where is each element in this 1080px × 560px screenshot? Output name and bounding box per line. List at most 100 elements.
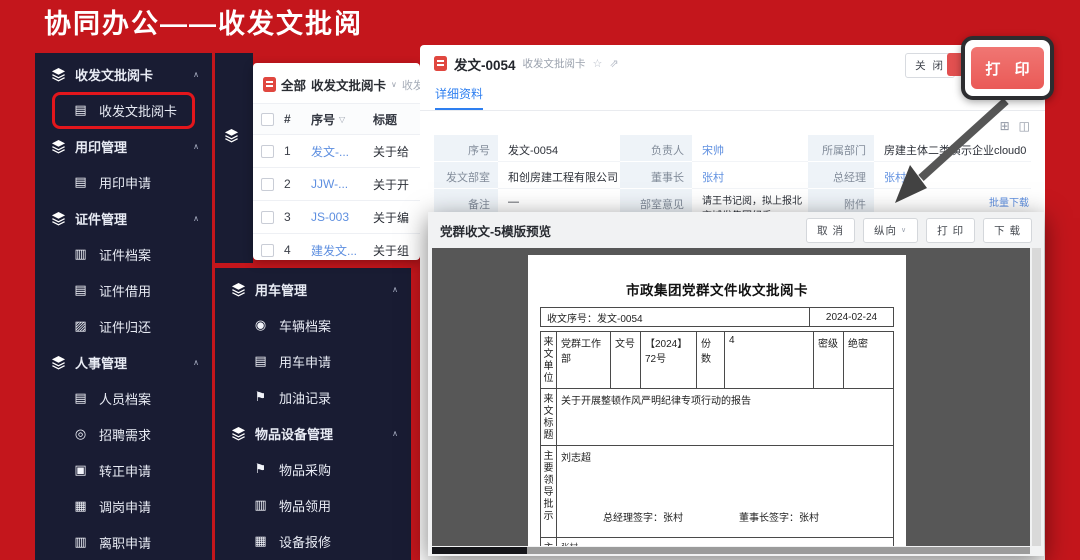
layers-icon: [51, 355, 66, 370]
modal-header: 党群收文-5模版预览 取 消 纵向 ∨ 打 印 下 载: [428, 212, 1044, 248]
tab-detail-info[interactable]: 详细资料: [435, 85, 483, 110]
group-label: 人事管理: [75, 353, 127, 372]
sidebar-item-cert-return[interactable]: ▨ 证件归还: [35, 308, 212, 344]
table-row[interactable]: 1 发文-... 关于给: [253, 134, 420, 167]
file-icon: ▥: [253, 497, 268, 513]
left-sidebar: 收发文批阅卡 ∧ ▤ 收发文批阅卡 用印管理 ∧ ▤ 用印申请 证件管理 ∧ ▥…: [35, 53, 212, 560]
list-title: 收发文批阅卡: [311, 75, 386, 94]
row-serial-link[interactable]: JJW-...: [311, 177, 373, 191]
sidebar-item-recruit-need[interactable]: ◎ 招聘需求: [35, 416, 212, 452]
row-checkbox[interactable]: [261, 211, 274, 224]
doc-icon: ▤: [73, 390, 88, 406]
row-checkbox[interactable]: [261, 145, 274, 158]
sidebar-item-goods-claim[interactable]: ▥ 物品领用: [215, 487, 411, 523]
orientation-select[interactable]: 纵向 ∨: [863, 218, 918, 243]
middle-sidebar: 用车管理 ∧ ◉ 车辆档案 ▤ 用车申请 ⚑ 加油记录 物品设备管理 ∧ ⚑ 物…: [215, 268, 411, 560]
sidebar-item-fuel-record[interactable]: ⚑ 加油记录: [215, 379, 411, 415]
form-icon: ▦: [73, 498, 88, 514]
flag-icon: ⚑: [253, 461, 268, 477]
cell-title-value: 关于开展整顿作风严明纪律专项行动的报告: [557, 389, 894, 446]
sidebar-item-review-card[interactable]: ▤ 收发文批阅卡: [35, 92, 212, 128]
select-all-checkbox[interactable]: [261, 113, 274, 126]
row-title: 关于给: [373, 143, 420, 160]
batch-download-link[interactable]: 批量下载: [989, 194, 1029, 209]
row-serial-link[interactable]: 发文-...: [311, 143, 373, 160]
disc-icon: ◉: [253, 317, 268, 333]
sidebar-group-seal-mgmt[interactable]: 用印管理 ∧: [35, 128, 212, 164]
chevron-up-icon: ∧: [193, 142, 199, 151]
item-label: 物品采购: [279, 460, 331, 479]
table-row[interactable]: 3 JS-003 关于编: [253, 200, 420, 233]
form-icon: ▦: [253, 533, 268, 549]
field-label: 总经理: [808, 162, 874, 189]
sidebar-item-regularization[interactable]: ▣ 转正申请: [35, 452, 212, 488]
sidebar-item-device-repair[interactable]: ▦ 设备报修: [215, 523, 411, 559]
preview-page: 市政集团党群文件收文批阅卡 收文序号：发文-0054 2024-02-24 来文…: [528, 255, 906, 546]
panel-view-icon[interactable]: ◫: [1019, 119, 1030, 133]
chevron-up-icon: ∧: [193, 214, 199, 223]
table-row[interactable]: 2 JJW-... 关于开: [253, 167, 420, 200]
star-icon[interactable]: ☆: [593, 57, 603, 70]
row-index: 2: [280, 177, 311, 191]
target-icon: ◎: [73, 426, 88, 442]
field-value-owner[interactable]: 宋帅: [692, 135, 808, 162]
gm-signature: 总经理签字：张村: [603, 509, 683, 524]
cell-copies: 4: [725, 332, 814, 389]
modal-download-button[interactable]: 下 载: [983, 218, 1032, 243]
vertical-scrollbar[interactable]: [1032, 248, 1041, 546]
sidebar-item-resign[interactable]: ▥ 离职申请: [35, 524, 212, 560]
sidebar-group-cert-mgmt[interactable]: 证件管理 ∧: [35, 200, 212, 236]
item-label: 证件借用: [99, 281, 151, 300]
sidebar-item-vehicle-apply[interactable]: ▤ 用车申请: [215, 343, 411, 379]
table-row[interactable]: 4 建发文... 关于组: [253, 233, 420, 260]
chevron-up-icon: ∧: [392, 429, 398, 438]
view-switcher: ⊞ ◫: [1000, 119, 1030, 133]
sidebar-item-cert-borrow[interactable]: ▤ 证件借用: [35, 272, 212, 308]
sidebar-item-personnel-archive[interactable]: ▤ 人员档案: [35, 380, 212, 416]
group-label: 物品设备管理: [255, 424, 333, 443]
sidebar-item-cert-archive[interactable]: ▥ 证件档案: [35, 236, 212, 272]
print-button[interactable]: 打 印: [971, 47, 1044, 89]
sidebar-group-vehicle-mgmt[interactable]: 用车管理 ∧: [215, 271, 411, 307]
cell-from-unit: 党群工作部: [557, 332, 611, 389]
grid-view-icon[interactable]: ⊞: [1000, 119, 1010, 133]
modal-print-button[interactable]: 打 印: [926, 218, 975, 243]
field-value-chairman[interactable]: 张村: [692, 162, 808, 189]
group-label: 收发文批阅卡: [75, 65, 153, 84]
detail-tabs: 详细资料: [420, 82, 1045, 111]
box-icon: ▨: [73, 318, 88, 334]
row-serial-link[interactable]: JS-003: [311, 210, 373, 224]
cancel-button[interactable]: 取 消: [806, 218, 855, 243]
sidebar-group-review-card[interactable]: 收发文批阅卡 ∧: [35, 56, 212, 92]
horizontal-scrollbar[interactable]: [432, 547, 1030, 554]
sidebar-group-hr-mgmt[interactable]: 人事管理 ∧: [35, 344, 212, 380]
field-label: 负责人: [620, 135, 692, 162]
sidebar-item-goods-purchase[interactable]: ⚑ 物品采购: [215, 451, 411, 487]
scrollbar-thumb[interactable]: [432, 547, 527, 554]
screen: 协同办公——收发文批阅 收发文批阅卡 ∧ ▤ 收发文批阅卡 用印管理 ∧ ▤ 用…: [0, 0, 1080, 560]
group-label: 证件管理: [75, 209, 127, 228]
cell-supervisor-note: 张村: [557, 538, 894, 547]
item-label: 用车申请: [279, 352, 331, 371]
sidebar-item-seal-apply[interactable]: ▤ 用印申请: [35, 164, 212, 200]
item-label: 收发文批阅卡: [99, 101, 177, 120]
chevron-down-icon[interactable]: ∨: [391, 80, 397, 89]
col-title: 标题: [373, 111, 420, 128]
external-link-icon[interactable]: ⇗: [609, 57, 618, 70]
sidebar-item-transfer[interactable]: ▦ 调岗申请: [35, 488, 212, 524]
layers-icon: [224, 128, 239, 143]
doc-icon: ▤: [73, 282, 88, 298]
row-checkbox[interactable]: [261, 244, 274, 257]
signature-line: 总经理签字：张村 董事长签字：张村: [603, 509, 819, 524]
cell-doc-no-label: 文号: [611, 332, 641, 389]
red-doc-icon: [434, 56, 447, 71]
page-title: 协同办公——收发文批阅: [44, 2, 363, 41]
filter-icon[interactable]: ▽: [339, 115, 345, 124]
preview-date: 2024-02-24: [809, 308, 893, 326]
field-value-gm[interactable]: 张村: [874, 162, 1031, 189]
row-serial-link[interactable]: 建发文...: [311, 242, 373, 259]
row-title: 关于编: [373, 209, 420, 226]
row-checkbox[interactable]: [261, 178, 274, 191]
sidebar-item-vehicle-archive[interactable]: ◉ 车辆档案: [215, 307, 411, 343]
sidebar-group-goods-mgmt[interactable]: 物品设备管理 ∧: [215, 415, 411, 451]
